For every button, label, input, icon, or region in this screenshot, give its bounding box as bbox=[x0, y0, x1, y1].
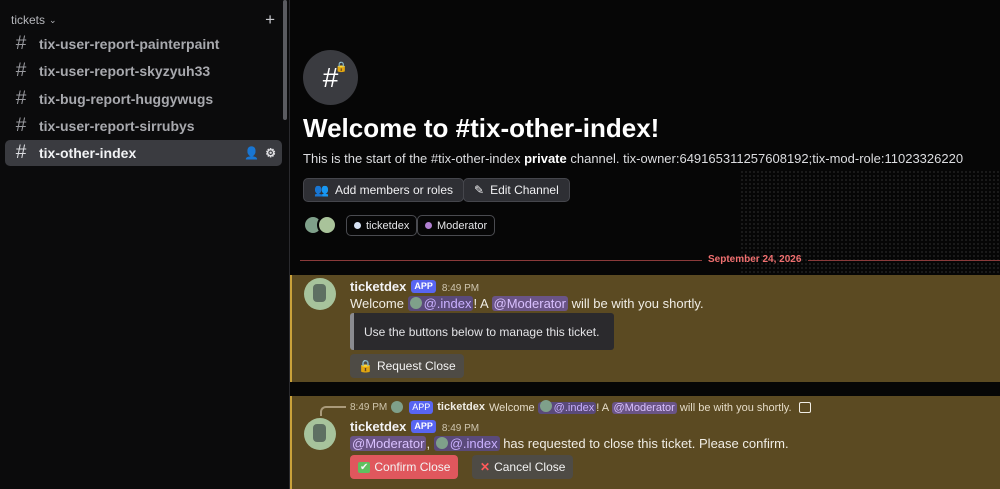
message-timestamp: 8:49 PM bbox=[441, 423, 480, 434]
reply-author: ticketdex bbox=[437, 401, 485, 413]
channel-sidebar: tickets ⌄ + # tix-user-report-painterpai… bbox=[0, 0, 290, 489]
add-members-button[interactable]: 👥 Add members or roles bbox=[303, 178, 464, 202]
channel-name: tix-other-index bbox=[39, 145, 137, 161]
role-mention[interactable]: @Moderator bbox=[350, 436, 427, 451]
role-mention: @Moderator bbox=[611, 402, 677, 414]
role-color-dot bbox=[354, 222, 361, 229]
message-author[interactable]: ticketdex bbox=[350, 279, 406, 294]
avatar bbox=[409, 297, 422, 309]
user-mention[interactable]: @.index bbox=[433, 436, 500, 451]
channel-name: tix-user-report-skyzyuh33 bbox=[39, 63, 211, 79]
date-divider: September 24, 2026 bbox=[708, 254, 802, 265]
avatar bbox=[435, 437, 448, 449]
avatar[interactable] bbox=[304, 418, 336, 450]
lock-icon: 🔒 bbox=[358, 359, 373, 373]
lock-icon: 🔒 bbox=[335, 62, 348, 73]
cancel-close-button[interactable]: ✕ Cancel Close bbox=[472, 455, 574, 479]
request-close-button[interactable]: 🔒 Request Close bbox=[350, 354, 464, 378]
avatar bbox=[317, 215, 337, 235]
sidebar-channel-item[interactable]: # tix-user-report-sirrubys bbox=[5, 113, 282, 139]
cross-icon: ✕ bbox=[480, 460, 491, 474]
confirm-close-button[interactable]: ✔ Confirm Close bbox=[350, 455, 459, 479]
reply-timestamp: 8:49 PM bbox=[350, 401, 388, 413]
app-badge: APP bbox=[411, 420, 436, 433]
message-timestamp: 8:49 PM bbox=[441, 283, 480, 294]
welcome-description: This is the start of the #tix-other-inde… bbox=[303, 151, 964, 166]
channel-name: tix-bug-report-huggywugs bbox=[39, 91, 214, 107]
app-badge: APP bbox=[409, 400, 434, 414]
avatar[interactable] bbox=[304, 278, 336, 310]
channel-name: tix-user-report-painterpaint bbox=[39, 36, 220, 52]
date-divider-line bbox=[300, 260, 702, 261]
message-embed: Use the buttons below to manage this tic… bbox=[350, 313, 614, 350]
member-avatars[interactable] bbox=[303, 215, 337, 235]
hashtag-icon: # bbox=[15, 33, 27, 54]
add-member-icon[interactable]: 👤 bbox=[244, 146, 259, 160]
welcome-title: Welcome to #tix-other-index! bbox=[303, 113, 660, 143]
category-header-tickets[interactable]: tickets ⌄ + bbox=[11, 11, 275, 28]
hashtag-icon: # bbox=[15, 88, 27, 109]
channel-name: tix-user-report-sirrubys bbox=[39, 118, 195, 134]
role-mention[interactable]: @Moderator bbox=[491, 296, 568, 311]
chevron-down-icon: ⌄ bbox=[49, 14, 57, 25]
hashtag-icon: # bbox=[15, 60, 27, 81]
role-tag-ticketdex[interactable]: ticketdex bbox=[346, 215, 418, 236]
message-content: Welcome @.index! A @Moderator will be wi… bbox=[350, 296, 704, 311]
message: ticketdex APP 8:49 PM Welcome @.index! A @… bbox=[290, 275, 1000, 382]
hashtag-icon: # bbox=[15, 115, 27, 136]
app-badge: APP bbox=[411, 280, 436, 293]
reply-connector bbox=[320, 406, 346, 416]
sidebar-scrollbar[interactable] bbox=[283, 0, 287, 120]
role-tag-moderator[interactable]: Moderator bbox=[417, 215, 496, 236]
channel-icon: # 🔒 bbox=[303, 50, 358, 105]
channel-main: # 🔒 Welcome to #tix-other-index! This is… bbox=[290, 0, 1000, 489]
message-content: @Moderator, @.index has requested to clo… bbox=[350, 436, 789, 451]
edit-channel-button[interactable]: ✎ Edit Channel bbox=[463, 178, 570, 202]
avatar bbox=[539, 400, 552, 412]
message-author[interactable]: ticketdex bbox=[350, 419, 406, 434]
user-mention: @.index bbox=[537, 400, 597, 414]
user-mention[interactable]: @.index bbox=[407, 296, 474, 311]
reply-preview[interactable]: 8:49 PM APP ticketdex Welcome @.index! A… bbox=[350, 400, 811, 414]
sidebar-channel-item[interactable]: # tix-user-report-painterpaint bbox=[5, 31, 282, 57]
message: 8:49 PM APP ticketdex Welcome @.index! A… bbox=[290, 396, 1000, 489]
add-channel-icon[interactable]: + bbox=[265, 11, 275, 28]
gear-icon[interactable]: ⚙ bbox=[265, 146, 276, 160]
sidebar-channel-item-active[interactable]: # tix-other-index 👤 ⚙ bbox=[5, 140, 282, 166]
category-label: tickets bbox=[11, 13, 46, 27]
check-icon: ✔ bbox=[358, 461, 371, 473]
sidebar-channel-item[interactable]: # tix-bug-report-huggywugs bbox=[5, 86, 282, 112]
sidebar-channel-item[interactable]: # tix-user-report-skyzyuh33 bbox=[5, 58, 282, 84]
date-divider-line bbox=[808, 260, 1000, 261]
avatar bbox=[391, 401, 404, 413]
pencil-icon: ✎ bbox=[474, 183, 485, 197]
add-member-icon: 👥 bbox=[314, 183, 329, 197]
role-color-dot bbox=[425, 222, 432, 229]
image-icon bbox=[798, 401, 811, 413]
hashtag-icon: # bbox=[15, 142, 27, 163]
